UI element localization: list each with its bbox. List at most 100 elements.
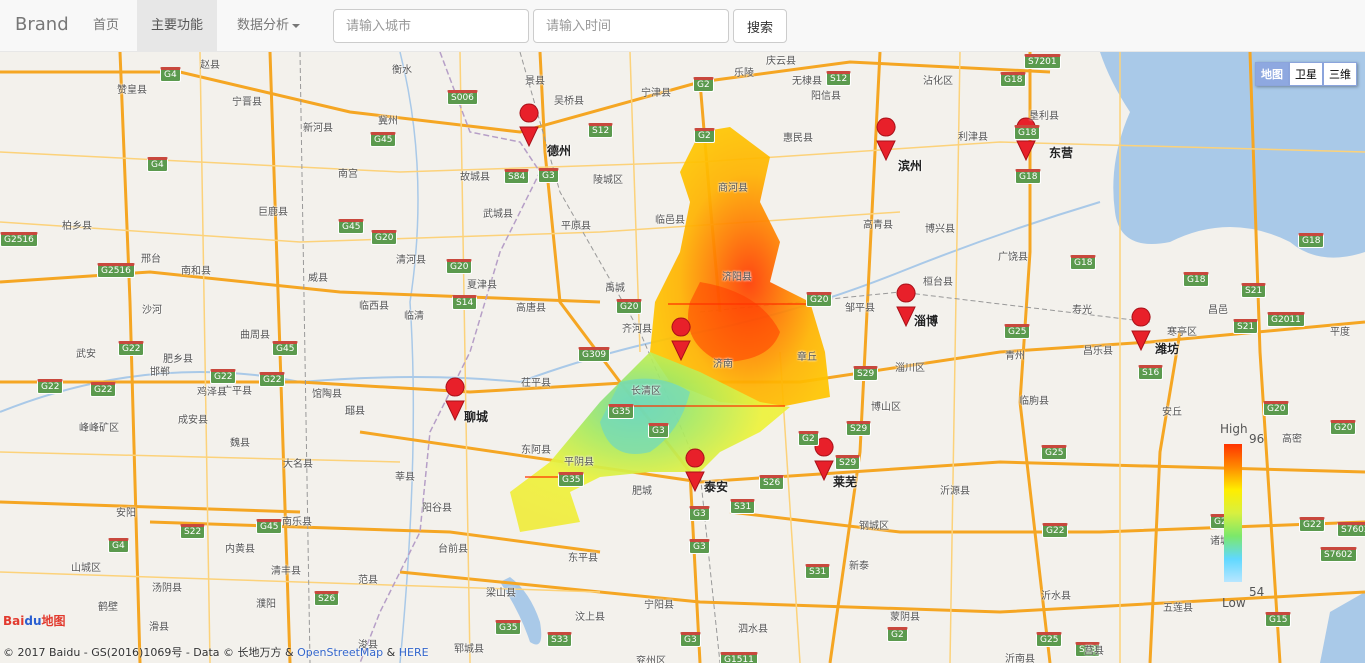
highway-shield: G45	[338, 219, 365, 234]
highway-shield: S26	[759, 475, 785, 490]
highway-shield: G2011	[1267, 312, 1305, 327]
map-type-switch: 地图 卫星 三维	[1255, 62, 1357, 86]
highway-shield: S16	[1138, 365, 1164, 380]
openstreetmap-link[interactable]: OpenStreetMap	[297, 646, 383, 659]
logo-text-bai: Bai	[3, 614, 25, 628]
place-label: 寿光	[1072, 305, 1092, 316]
highway-shield: G35	[495, 620, 522, 635]
nav-home[interactable]: 首页	[79, 0, 133, 51]
map-type-normal-button[interactable]: 地图	[1255, 62, 1289, 86]
baidu-logo[interactable]: Baidu地图	[3, 612, 66, 629]
place-label: 沂水县	[1041, 591, 1071, 602]
search-button[interactable]: 搜索	[733, 9, 787, 43]
map-canvas[interactable]: G4 S006 G2 S12 G18 S7201 G45 S12 G2 G18 …	[0, 52, 1365, 663]
place-label: 冀州	[378, 116, 398, 127]
place-label: 故城县	[460, 172, 490, 183]
place-label: 濮阳	[256, 599, 276, 610]
highway-shield: S29	[853, 366, 879, 381]
highway-shield: G4	[108, 538, 129, 553]
city-input[interactable]	[333, 9, 529, 43]
place-label: 衡水	[392, 65, 412, 76]
city-label-weifang: 潍坊	[1155, 342, 1180, 356]
nav-main-features[interactable]: 主要功能	[137, 0, 218, 51]
place-label: 陵城区	[593, 175, 623, 186]
highway-shield: G3	[689, 506, 710, 521]
highway-shield: G3	[689, 539, 710, 554]
map-type-satellite-button[interactable]: 卫星	[1289, 62, 1323, 86]
map-base-layer	[0, 52, 1365, 663]
place-label: 山城区	[71, 563, 101, 574]
highway-shield: G22	[118, 341, 145, 356]
place-label: 曲周县	[240, 330, 270, 341]
highway-shield: G2	[887, 627, 908, 642]
legend-color-bar[interactable]	[1224, 444, 1242, 582]
place-label: 南和县	[181, 266, 211, 277]
map-copyright: © 2017 Baidu - GS(2016)1069号 - Data © 长地…	[3, 644, 429, 660]
here-link[interactable]: HERE	[399, 646, 429, 659]
highway-shield: G45	[370, 132, 397, 147]
place-label: 商河县	[718, 183, 748, 194]
highway-shield: G22	[259, 372, 286, 387]
highway-shield: G45	[256, 519, 283, 534]
place-label: 新河县	[303, 123, 333, 134]
place-label: 宁晋县	[232, 97, 262, 108]
place-label: 景县	[525, 76, 545, 87]
place-label: 桓台县	[923, 277, 953, 288]
place-label: 茌平县	[521, 378, 551, 389]
highway-shield: G4	[147, 157, 168, 172]
marker-dezhou-icon	[519, 103, 539, 148]
highway-shield: G18	[1014, 125, 1041, 140]
heatmap-legend: High 96 54 Low	[1216, 422, 1286, 612]
time-input[interactable]	[533, 9, 729, 43]
place-label: 济南	[713, 359, 733, 370]
legend-low-value: 54	[1249, 585, 1265, 599]
city-label-zibo: 淄博	[914, 314, 939, 328]
place-label: 高唐县	[516, 303, 546, 314]
highway-shield: S21	[1241, 283, 1267, 298]
place-label: 新泰	[849, 561, 869, 572]
map-type-3d-button[interactable]: 三维	[1323, 62, 1357, 86]
place-label: 南乐县	[282, 517, 312, 528]
place-label: 汶上县	[575, 612, 605, 623]
place-label: 济阳县	[722, 272, 752, 283]
place-label: 柏乡县	[62, 221, 92, 232]
place-label: 宁津县	[641, 88, 671, 99]
highway-shield: S22	[180, 524, 206, 539]
highway-shield: G18	[1298, 233, 1325, 248]
navbar: Brand 首页 主要功能 数据分析 搜索	[0, 0, 1365, 52]
place-label: 台前县	[438, 544, 468, 555]
place-label: 禹城	[605, 283, 625, 294]
place-label: 东平县	[568, 553, 598, 564]
highway-shield: G3	[680, 632, 701, 647]
place-label: 临朐县	[1019, 396, 1049, 407]
brand-link[interactable]: Brand	[15, 14, 69, 35]
place-label: 肥城	[632, 486, 652, 497]
nav-data-analysis-dropdown[interactable]: 数据分析	[223, 0, 314, 51]
place-label: 蒙阴县	[890, 612, 920, 623]
place-label: 高青县	[863, 220, 893, 231]
place-label: 赞皇县	[117, 85, 147, 96]
place-label: 泗水县	[738, 624, 768, 635]
place-label: 成安县	[178, 415, 208, 426]
place-label: 邢台	[141, 254, 161, 265]
highway-shield: S14	[452, 295, 478, 310]
highway-shield: G35	[608, 404, 635, 419]
place-label: 清河县	[396, 255, 426, 266]
logo-text-ditu: 地图	[41, 614, 66, 628]
place-label: 淄川区	[895, 363, 925, 374]
highway-shield: G20	[1330, 420, 1357, 435]
place-label: 惠民县	[783, 133, 813, 144]
place-label: 兖州区	[636, 656, 666, 663]
place-label: 滑县	[149, 622, 169, 633]
highway-shield: G2	[693, 77, 714, 92]
highway-shield: G20	[371, 230, 398, 245]
nav-data-analysis-label: 数据分析	[237, 18, 290, 33]
place-label: 临西县	[359, 301, 389, 312]
copyright-amp: &	[383, 646, 399, 659]
legend-high-value: 96	[1249, 432, 1265, 446]
highway-shield: S006	[447, 90, 478, 105]
place-label: 邱县	[345, 406, 365, 417]
place-label: 夏津县	[467, 280, 497, 291]
highway-shield: G25	[1036, 632, 1063, 647]
highway-shield: S84	[504, 169, 530, 184]
